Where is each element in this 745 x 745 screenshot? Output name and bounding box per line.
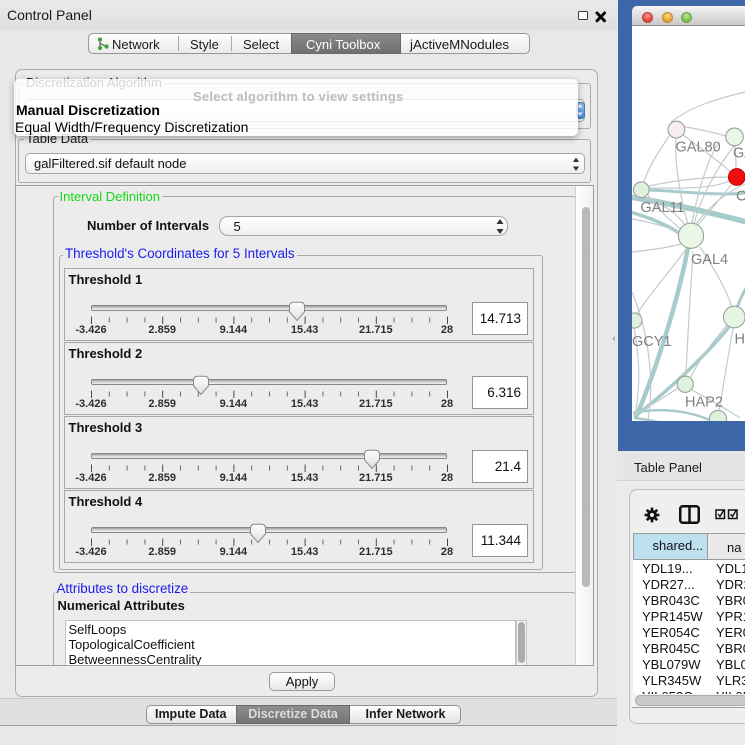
- svg-text:GA: GA: [733, 146, 745, 162]
- svg-text:GAL4: GAL4: [691, 252, 728, 268]
- svg-text:GCY1: GCY1: [632, 334, 672, 350]
- svg-text:HAP2: HAP2: [685, 395, 723, 411]
- svg-text:GAL11: GAL11: [641, 200, 685, 216]
- svg-text:HA: HA: [735, 332, 745, 348]
- svg-text:GAL80: GAL80: [676, 140, 721, 156]
- svg-text:CY: CY: [736, 189, 745, 205]
